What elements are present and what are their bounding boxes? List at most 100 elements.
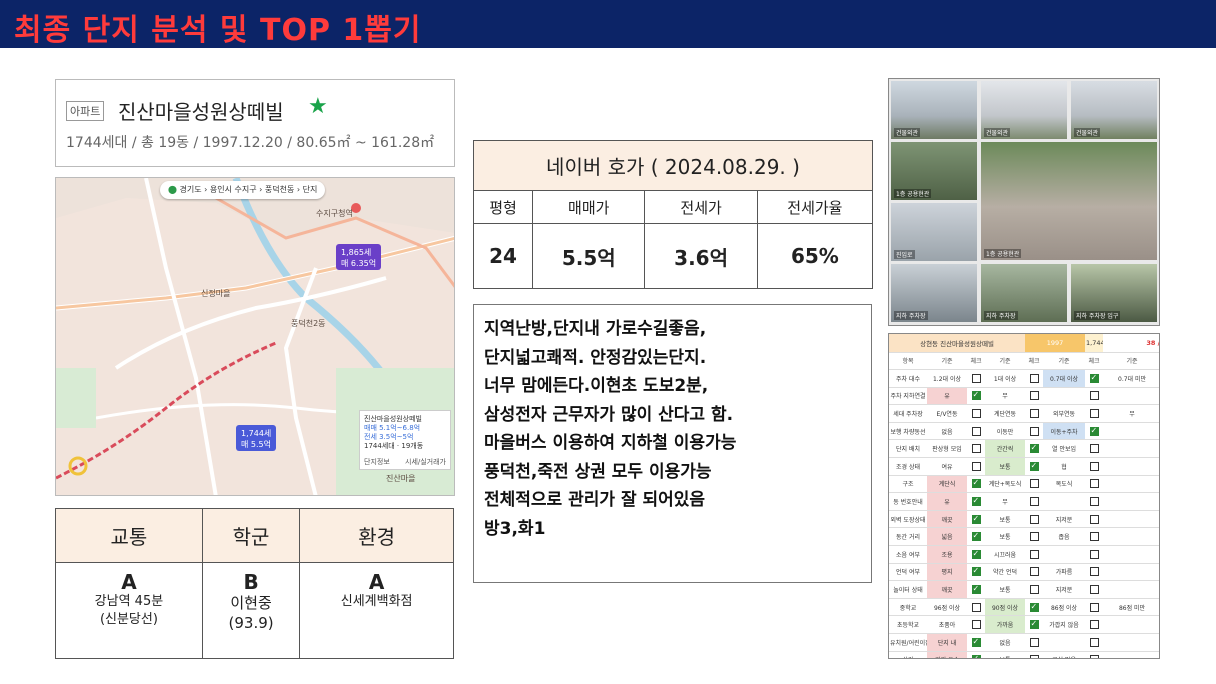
checkbox[interactable] — [1029, 637, 1039, 647]
checkbox[interactable] — [1029, 497, 1039, 507]
checkbox[interactable] — [971, 461, 981, 471]
checkbox[interactable] — [1029, 585, 1039, 595]
checklist-check-cell — [1085, 545, 1104, 564]
apartment-card[interactable]: 아파트 진산마을성원상떼빌 ★ 1744세대 / 총 19동 / 1997.12… — [55, 79, 455, 167]
checkbox[interactable] — [971, 531, 981, 542]
checkbox[interactable] — [1089, 620, 1099, 630]
checkbox[interactable] — [1029, 567, 1039, 577]
photo-thumbnail[interactable]: 지하 주차장 입구 — [1071, 264, 1157, 322]
favorite-star-icon[interactable]: ★ — [308, 94, 328, 119]
checkbox[interactable] — [971, 514, 981, 524]
checkbox[interactable] — [971, 637, 981, 647]
checkbox[interactable] — [1089, 373, 1099, 383]
checkbox[interactable] — [971, 496, 981, 507]
checkbox[interactable] — [971, 654, 981, 658]
photo-thumbnail[interactable]: 1층 공용현관 — [981, 142, 1157, 260]
checkbox[interactable] — [1089, 391, 1099, 401]
checkbox[interactable] — [1089, 409, 1099, 419]
checkbox[interactable] — [971, 426, 981, 436]
location-map[interactable]: ⬤ 경기도 › 용인시 수지구 › 풍덕천동 › 단지 1,865세 매 6.3… — [55, 177, 455, 496]
photo-thumbnail[interactable]: 지하 주차장 — [891, 264, 977, 322]
checkbox[interactable] — [1089, 532, 1099, 542]
photo-thumbnail[interactable]: 건물외관 — [981, 81, 1067, 139]
checkbox[interactable] — [1029, 409, 1039, 419]
checkbox[interactable] — [1089, 585, 1099, 595]
grades-table: 교통 학군 환경 A 강남역 45분 (신분당선) B 이현중 (93.9) A… — [55, 508, 454, 659]
checkbox[interactable] — [971, 390, 981, 401]
checklist-criterion: 0.7대 미만 — [1103, 369, 1159, 388]
checkbox[interactable] — [971, 566, 981, 577]
checkbox[interactable] — [1029, 443, 1039, 454]
checkbox[interactable] — [971, 444, 981, 454]
checkbox[interactable] — [1029, 373, 1039, 383]
checklist-row: 중학교96점 이상 90점 이상 86점 이상 86점 미만 — [889, 598, 1159, 617]
map-price-marker[interactable]: 1,865세 매 6.35억 — [336, 244, 382, 270]
photo-thumbnail[interactable]: 지하 주차장 — [981, 264, 1067, 322]
checklist-criterion: 86점 이상 — [1043, 598, 1086, 617]
checkbox[interactable] — [1089, 461, 1099, 471]
checkbox[interactable] — [1089, 549, 1099, 559]
checkbox[interactable] — [971, 373, 981, 383]
price-header: 평형 — [472, 190, 534, 224]
photo-thumbnail[interactable]: 건물외관 — [1071, 81, 1157, 139]
checkbox[interactable] — [1089, 655, 1099, 658]
photo-thumbnail[interactable]: 1층 공용현관 — [891, 142, 977, 200]
checklist-criterion: 가깝지 않음 — [1043, 615, 1086, 634]
checklist-criterion: 보통 — [985, 580, 1026, 599]
popup-tab-info[interactable]: 단지정보 — [364, 458, 390, 467]
checkbox[interactable] — [1089, 426, 1099, 436]
checkbox[interactable] — [1089, 602, 1099, 612]
checkbox[interactable] — [971, 478, 981, 489]
checkbox[interactable] — [971, 584, 981, 595]
checkbox[interactable] — [1029, 619, 1039, 630]
map-price-marker-selected[interactable]: 1,744세 매 5.5억 — [236, 425, 277, 451]
checklist-item: 언덕 여부 — [889, 563, 927, 582]
checklist-check-cell — [1025, 404, 1044, 423]
checklist-col-header: 기준 — [985, 352, 1026, 371]
checklist-criterion: 조용 — [927, 545, 967, 564]
photo-thumbnail[interactable]: 건물외관 — [891, 81, 977, 139]
checkbox[interactable] — [1029, 461, 1039, 471]
checkbox[interactable] — [1089, 567, 1099, 577]
checkbox[interactable] — [1089, 497, 1099, 507]
checkbox[interactable] — [971, 602, 981, 612]
grade-detail: 이현중 — [230, 594, 272, 612]
photo-thumbnail[interactable]: 진입로 — [891, 203, 977, 261]
checkbox[interactable] — [1029, 479, 1039, 489]
checkbox[interactable] — [1089, 444, 1099, 454]
checklist-check-cell — [967, 598, 985, 617]
photo-gallery[interactable]: 건물외관 건물외관 건물외관 1층 공용현관 1층 공용현관 진입로 지하 주차… — [888, 78, 1160, 326]
marker-price: 매 5.5억 — [241, 440, 271, 449]
checklist-criterion: 가까움 — [985, 615, 1026, 634]
checkbox[interactable] — [1029, 655, 1039, 658]
photo-caption: 건물외관 — [1074, 128, 1101, 137]
checkbox[interactable] — [1029, 549, 1039, 559]
checklist-criterion: E/V연동 — [927, 404, 967, 423]
checklist-units: 1,744 — [1085, 334, 1104, 353]
checkbox[interactable] — [971, 620, 981, 630]
checkbox[interactable] — [1029, 391, 1039, 401]
checklist-check-cell — [1025, 369, 1044, 388]
checkbox[interactable] — [1029, 514, 1039, 524]
notes-box: 지역난방,단지내 가로수길좋음, 단지넓고쾌적. 안정감있는단지. 너무 맘에든… — [473, 304, 872, 583]
checkbox[interactable] — [1029, 532, 1039, 542]
apartment-name[interactable]: 진산마을성원상떼빌 — [118, 96, 284, 125]
checklist-check-cell — [1025, 510, 1044, 529]
checkbox[interactable] — [1029, 602, 1039, 612]
checklist-row: 주차 대수1.2대 이상 1대 이상 0.7대 이상 0.7대 미만 — [889, 369, 1159, 388]
checkbox[interactable] — [1029, 426, 1039, 436]
grade-header-environment: 환경 — [299, 508, 454, 563]
checkbox[interactable] — [971, 549, 981, 559]
map-info-popup[interactable]: 진산마을성원상떼빌 매매 5.1억~6.8억 전세 3.5억~5억 1744세대… — [359, 410, 451, 470]
checklist-criterion: 무 — [1103, 404, 1159, 423]
checklist-criterion: 외부연동 — [1043, 404, 1086, 423]
checkbox[interactable] — [1089, 479, 1099, 489]
checkbox[interactable] — [1089, 637, 1099, 647]
marker-price: 매 6.35억 — [341, 259, 377, 268]
checklist-check-cell — [1025, 439, 1044, 459]
photo-caption: 1층 공용현관 — [894, 189, 932, 198]
popup-tab-price[interactable]: 시세/실거래가 — [405, 458, 446, 467]
map-location-pill[interactable]: ⬤ 경기도 › 용인시 수지구 › 풍덕천동 › 단지 — [160, 181, 326, 199]
checkbox[interactable] — [1089, 514, 1099, 524]
checkbox[interactable] — [971, 409, 981, 419]
